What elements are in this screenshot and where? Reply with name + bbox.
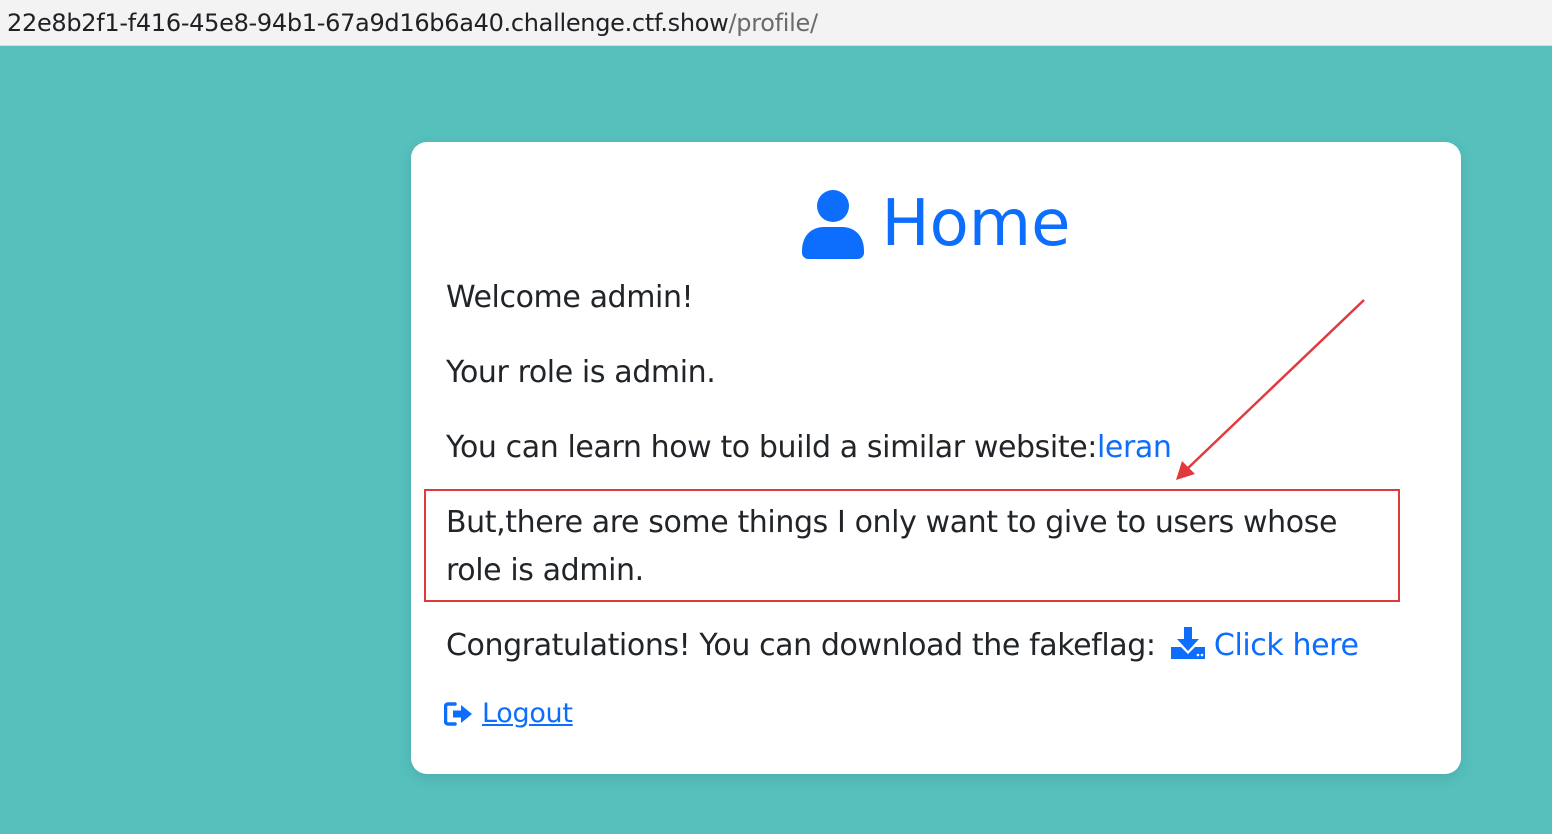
url-host: 22e8b2f1-f416-45e8-94b1-67a9d16b6a40.cha… xyxy=(7,8,729,37)
download-link-label: Click here xyxy=(1213,628,1359,663)
page-title-text: Home xyxy=(881,187,1071,261)
role-text: Your role is admin. xyxy=(446,355,716,390)
profile-card: Home Welcome admin! Your role is admin. … xyxy=(411,142,1461,774)
user-icon xyxy=(801,190,864,259)
notice-text: But,there are some things I only want to… xyxy=(446,505,1338,588)
logout-label: Logout xyxy=(482,698,573,729)
congrats-text: Congratulations! You can download the fa… xyxy=(446,622,1359,670)
welcome-text: Welcome admin! xyxy=(446,280,694,315)
learn-text: You can learn how to build a similar web… xyxy=(446,424,1172,472)
sign-out-icon xyxy=(444,701,472,726)
download-icon xyxy=(1170,627,1205,659)
page-title: Home xyxy=(411,178,1461,270)
logout-button[interactable]: Logout xyxy=(444,698,573,729)
address-bar[interactable]: 22e8b2f1-f416-45e8-94b1-67a9d16b6a40.cha… xyxy=(0,0,1552,46)
download-link[interactable]: Click here xyxy=(1165,627,1359,663)
learn-link[interactable]: leran xyxy=(1097,430,1172,465)
learn-prefix: You can learn how to build a similar web… xyxy=(446,430,1097,465)
page-background: Home Welcome admin! Your role is admin. … xyxy=(0,46,1552,834)
url-path: /profile/ xyxy=(728,8,819,37)
congrats-prefix: Congratulations! You can download the fa… xyxy=(446,628,1156,663)
